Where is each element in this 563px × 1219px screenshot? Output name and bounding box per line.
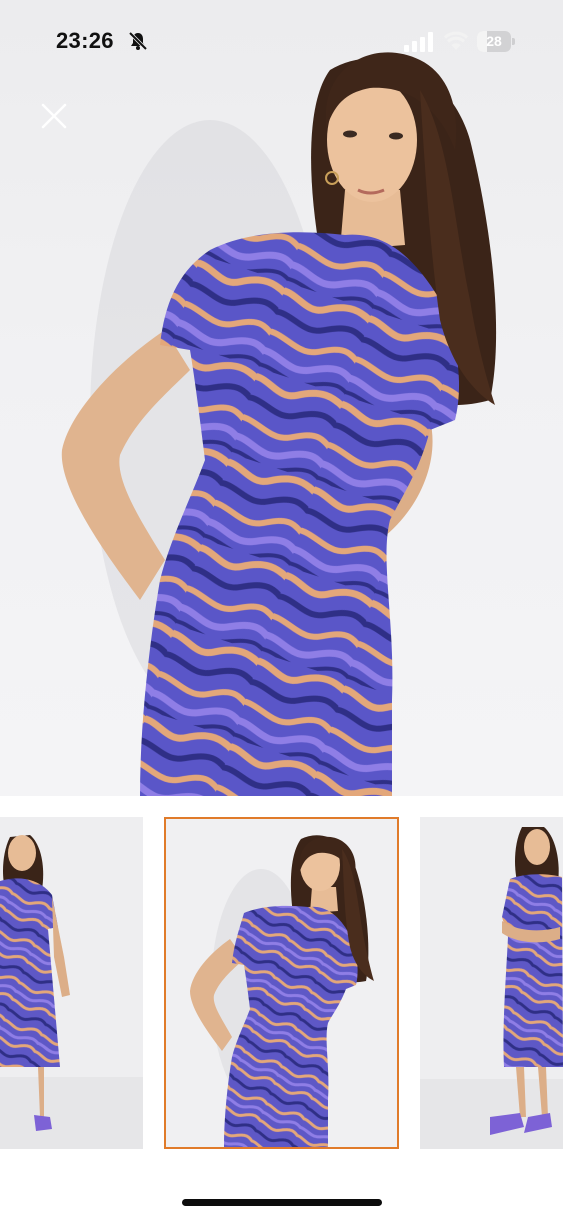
- battery-level: 28: [486, 33, 502, 49]
- thumbnail-2-illustration: [166, 819, 397, 1147]
- thumbnail-1[interactable]: [0, 817, 143, 1149]
- status-time: 23:26: [56, 28, 114, 53]
- thumbnail-1-illustration: [0, 817, 143, 1149]
- thumbnail-3-illustration: [420, 817, 563, 1149]
- wifi-icon: [443, 31, 469, 56]
- battery-icon: 28: [477, 31, 517, 52]
- bell-slash-icon: [128, 31, 148, 56]
- cellular-signal-icon: [404, 32, 434, 57]
- product-main-image[interactable]: [0, 0, 563, 796]
- battery-body: 28: [477, 31, 511, 52]
- close-button[interactable]: [36, 98, 72, 134]
- close-icon: [41, 103, 67, 129]
- home-indicator[interactable]: [182, 1199, 382, 1206]
- thumbnail-strip: [0, 817, 563, 1149]
- battery-cap: [512, 38, 515, 45]
- main-photo-illustration: [61, 52, 497, 796]
- thumbnail-2-selected[interactable]: [164, 817, 399, 1149]
- thumbnail-3[interactable]: [420, 817, 563, 1149]
- status-bar: 23:26 28: [0, 0, 563, 84]
